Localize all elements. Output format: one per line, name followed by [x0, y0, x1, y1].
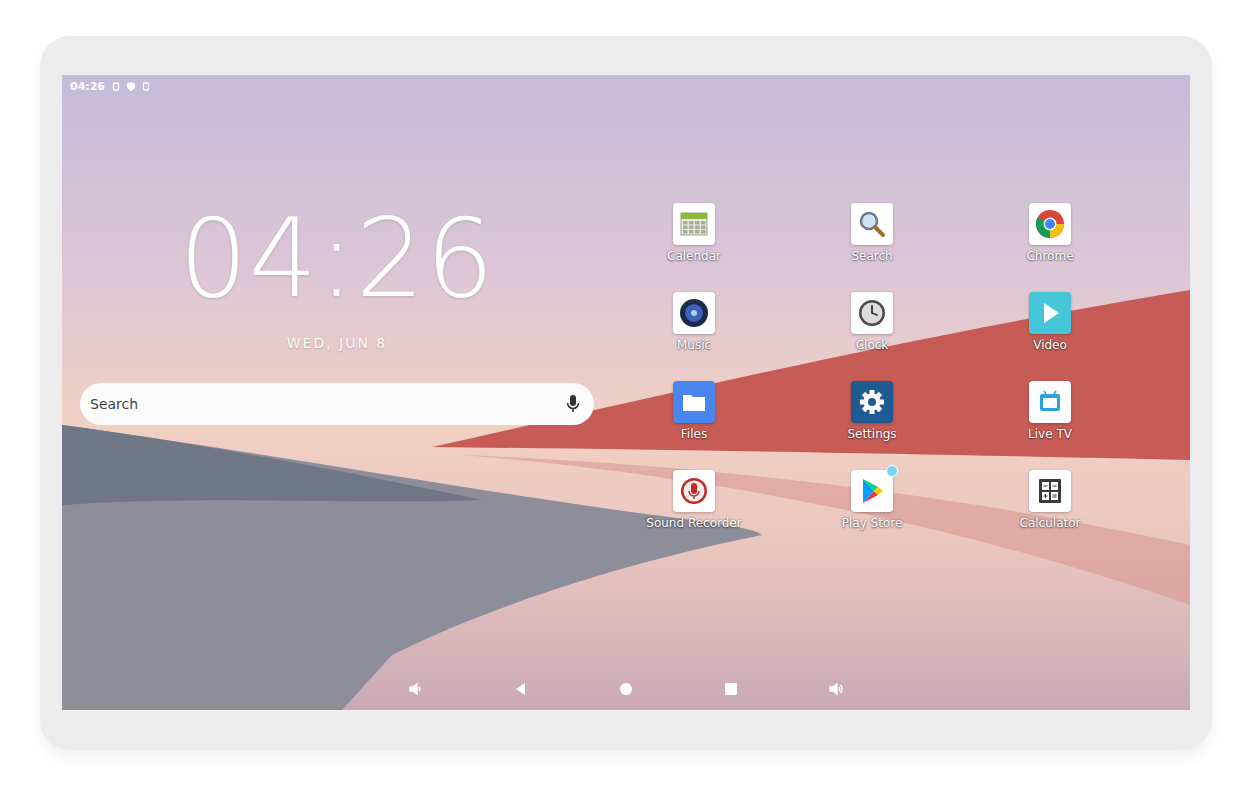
app-label: Files — [681, 427, 707, 441]
clock-time: 04:26 — [179, 205, 495, 313]
app-label: Calendar — [667, 249, 721, 263]
app-shortcut[interactable]: Files — [605, 381, 783, 470]
status-bar: 04:26 — [62, 75, 1190, 97]
app-grid: Calendar Search Chrome Music Clock Video Files… — [605, 97, 1139, 668]
volume-down-button[interactable] — [364, 673, 469, 705]
app-tile[interactable] — [851, 470, 893, 512]
search-placeholder: Search — [90, 396, 138, 412]
app-shortcut[interactable]: Calendar — [605, 203, 783, 292]
app-label: Search — [851, 249, 892, 263]
home-icon — [618, 681, 634, 697]
app-tile[interactable] — [1029, 292, 1071, 334]
screen: 04:26 04:26 WED, JUN 8 Search Calendar Search… — [62, 75, 1190, 710]
app-label: Music — [677, 338, 711, 352]
app-tile[interactable] — [1029, 381, 1071, 423]
volume-up-icon — [828, 681, 844, 697]
play-icon — [1034, 297, 1066, 329]
app-label: Sound Recorder — [646, 516, 741, 530]
app-label: Settings — [847, 427, 896, 441]
app-tile[interactable] — [851, 381, 893, 423]
speaker-icon — [678, 297, 710, 329]
app-label: Calculator — [1020, 516, 1081, 530]
app-shortcut[interactable]: Settings — [783, 381, 961, 470]
app-shortcut[interactable]: Sound Recorder — [605, 470, 783, 559]
notification-badge — [886, 465, 898, 477]
app-tile[interactable] — [673, 292, 715, 334]
home-button[interactable] — [574, 673, 679, 705]
app-label: Clock — [856, 338, 889, 352]
volume-up-button[interactable] — [784, 673, 889, 705]
app-shortcut[interactable]: Search — [783, 203, 961, 292]
sim-icon — [112, 82, 120, 91]
app-shortcut[interactable]: Play Store — [783, 470, 961, 559]
gear-icon — [856, 386, 888, 418]
back-button[interactable] — [469, 673, 574, 705]
app-tile[interactable] — [673, 470, 715, 512]
app-label: Chrome — [1026, 249, 1073, 263]
app-shortcut[interactable]: Live TV — [961, 381, 1139, 470]
navigation-bar — [62, 668, 1190, 710]
app-shortcut[interactable]: Chrome — [961, 203, 1139, 292]
app-tile[interactable] — [673, 203, 715, 245]
app-shortcut[interactable]: Music — [605, 292, 783, 381]
back-icon — [513, 681, 529, 697]
app-label: Live TV — [1028, 427, 1072, 441]
app-shortcut[interactable]: Video — [961, 292, 1139, 381]
app-label: Play Store — [842, 516, 903, 530]
microphone-icon[interactable] — [566, 395, 580, 413]
app-tile[interactable] — [673, 381, 715, 423]
search-bar[interactable]: Search — [80, 383, 594, 425]
play-store-icon — [856, 475, 888, 507]
microphone-icon — [678, 475, 710, 507]
home-area: 04:26 WED, JUN 8 Search Calendar Search Chrom… — [62, 97, 1190, 668]
app-tile[interactable] — [1029, 470, 1071, 512]
volume-down-icon — [408, 681, 424, 697]
calculator-icon — [1034, 475, 1066, 507]
app-label: Video — [1033, 338, 1067, 352]
clock-widget: 04:26 WED, JUN 8 Search — [62, 97, 605, 668]
app-tile[interactable] — [851, 292, 893, 334]
page: 04:26 04:26 WED, JUN 8 Search Calendar Search… — [0, 0, 1252, 800]
tv-icon — [1034, 386, 1066, 418]
shield-icon — [127, 82, 135, 91]
folder-icon — [678, 386, 710, 418]
recents-button[interactable] — [679, 673, 784, 705]
calendar-icon — [678, 208, 710, 240]
clock-date: WED, JUN 8 — [287, 335, 388, 351]
app-shortcut[interactable]: Clock — [783, 292, 961, 381]
status-time: 04:26 — [70, 80, 105, 93]
storage-icon — [142, 82, 150, 91]
tablet-frame: 04:26 04:26 WED, JUN 8 Search Calendar Search… — [40, 36, 1212, 750]
chrome-icon — [1034, 208, 1066, 240]
magnifier-icon — [856, 208, 888, 240]
app-tile[interactable] — [1029, 203, 1071, 245]
app-shortcut[interactable]: Calculator — [961, 470, 1139, 559]
recents-icon — [723, 681, 739, 697]
app-tile[interactable] — [851, 203, 893, 245]
clock-icon — [856, 297, 888, 329]
